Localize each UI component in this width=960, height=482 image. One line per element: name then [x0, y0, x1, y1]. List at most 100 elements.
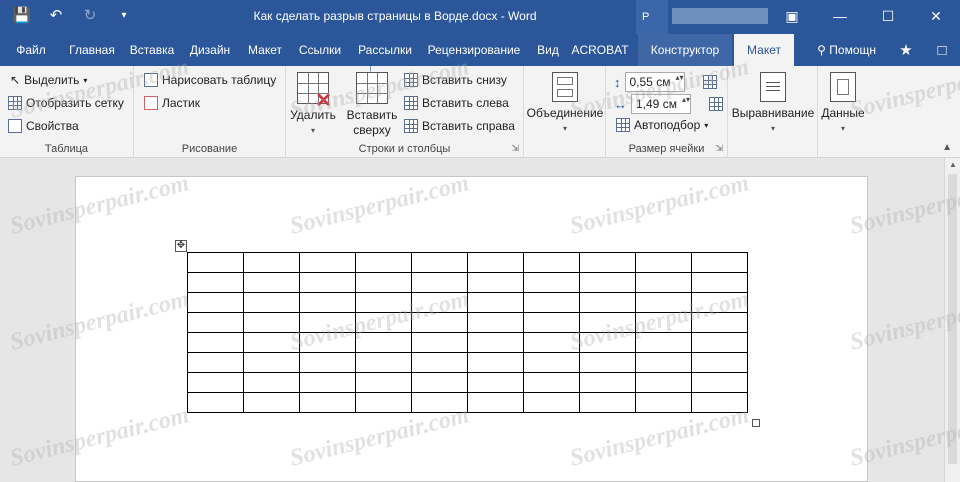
table-cell[interactable] [243, 372, 300, 393]
table-cell[interactable] [579, 372, 636, 393]
table-cell[interactable] [299, 392, 356, 413]
table-cell[interactable] [243, 252, 300, 273]
distribute-columns-icon[interactable] [709, 97, 723, 111]
table-cell[interactable] [523, 372, 580, 393]
table-cell[interactable] [635, 272, 692, 293]
table-cell[interactable] [691, 392, 748, 413]
table-cell[interactable] [355, 392, 412, 413]
table-cell[interactable] [691, 292, 748, 313]
table-cell[interactable] [523, 352, 580, 373]
insert-right-button[interactable]: Вставить справа [404, 119, 515, 133]
table-cell[interactable] [355, 292, 412, 313]
tab-table-layout[interactable]: Макет [734, 34, 794, 66]
comments-icon[interactable]: □ [924, 42, 960, 59]
table-cell[interactable] [299, 252, 356, 273]
table-cell[interactable] [691, 252, 748, 273]
table-cell[interactable] [299, 272, 356, 293]
tab-mailings[interactable]: Рассылки [350, 34, 420, 66]
table-cell[interactable] [187, 292, 244, 313]
table-cell[interactable] [635, 332, 692, 353]
table-cell[interactable] [411, 332, 468, 353]
table-cell[interactable] [467, 392, 524, 413]
view-gridlines-button[interactable]: Отобразить сетку [8, 96, 124, 110]
account-button[interactable]: Р [636, 0, 668, 34]
table-cell[interactable] [187, 352, 244, 373]
table-cell[interactable] [467, 352, 524, 373]
table-cell[interactable] [635, 352, 692, 373]
table-cell[interactable] [635, 312, 692, 333]
tab-design[interactable]: Дизайн [182, 34, 238, 66]
table-cell[interactable] [411, 252, 468, 273]
table-cell[interactable] [635, 252, 692, 273]
table-cell[interactable] [467, 292, 524, 313]
properties-button[interactable]: Свойства [8, 119, 79, 133]
table-cell[interactable] [243, 332, 300, 353]
table-move-handle-icon[interactable]: ✥ [175, 240, 187, 252]
table-cell[interactable] [243, 292, 300, 313]
maximize-icon[interactable]: ☐ [864, 0, 912, 34]
table-cell[interactable] [579, 332, 636, 353]
table-cell[interactable] [187, 252, 244, 273]
table-cell[interactable] [579, 252, 636, 273]
merge-button[interactable]: Объединение ▾ [526, 72, 604, 136]
table-cell[interactable] [243, 312, 300, 333]
table-cell[interactable] [355, 312, 412, 333]
table-cell[interactable] [691, 372, 748, 393]
table-cell[interactable] [635, 292, 692, 313]
table-cell[interactable] [243, 352, 300, 373]
table-cell[interactable] [355, 332, 412, 353]
tab-insert[interactable]: Вставка [124, 34, 180, 66]
tab-acrobat[interactable]: ACROBAT [568, 34, 632, 66]
insert-above-button[interactable]: ↑ Вставить сверху [344, 59, 400, 138]
table-cell[interactable] [691, 272, 748, 293]
table-cell[interactable] [355, 372, 412, 393]
insert-left-button[interactable]: Вставить слева [404, 96, 509, 110]
share-icon[interactable]: ★ [888, 41, 924, 59]
table-cell[interactable] [635, 372, 692, 393]
table-cell[interactable] [411, 272, 468, 293]
distribute-rows-icon[interactable] [702, 75, 717, 89]
tab-references[interactable]: Ссылки [292, 34, 348, 66]
column-width-input[interactable]: 1,49 см [631, 94, 691, 114]
tell-me-button[interactable]: ⚲ Помощн [805, 43, 888, 57]
table-cell[interactable] [299, 352, 356, 373]
table-cell[interactable] [523, 332, 580, 353]
table-cell[interactable] [299, 292, 356, 313]
data-button[interactable]: Данные ▾ [818, 72, 868, 136]
table-cell[interactable] [187, 272, 244, 293]
table-cell[interactable] [523, 392, 580, 413]
autofit-button[interactable]: Автоподбор ▾ [616, 118, 708, 132]
ribbon-display-options-icon[interactable]: ▣ [768, 0, 816, 34]
draw-table-button[interactable]: Нарисовать таблицу [144, 73, 276, 87]
tab-review[interactable]: Рецензирование [422, 34, 526, 66]
collapse-ribbon-icon[interactable]: ▲ [942, 142, 952, 153]
table-cell[interactable] [411, 292, 468, 313]
table-cell[interactable] [579, 312, 636, 333]
table-cell[interactable] [523, 252, 580, 273]
table-cell[interactable] [523, 292, 580, 313]
table-cell[interactable] [691, 352, 748, 373]
tab-view[interactable]: Вид [530, 34, 566, 66]
table-cell[interactable] [467, 272, 524, 293]
close-icon[interactable]: ✕ [912, 0, 960, 34]
table-cell[interactable] [411, 352, 468, 373]
delete-button[interactable]: ✕ Удалить ▾ [290, 72, 336, 138]
table-cell[interactable] [691, 332, 748, 353]
table-cell[interactable] [411, 372, 468, 393]
table-cell[interactable] [579, 392, 636, 413]
table-cell[interactable] [355, 272, 412, 293]
vertical-scrollbar[interactable]: ▲ [944, 158, 960, 482]
table-cell[interactable] [355, 252, 412, 273]
table-resize-handle[interactable] [752, 419, 760, 427]
dialog-launcher-icon[interactable]: ⇲ [511, 143, 519, 154]
table-cell[interactable] [299, 312, 356, 333]
table-cell[interactable] [187, 392, 244, 413]
table-cell[interactable] [523, 312, 580, 333]
table-cell[interactable] [523, 272, 580, 293]
scroll-thumb[interactable] [948, 174, 957, 464]
dialog-launcher-icon[interactable]: ⇲ [715, 143, 723, 154]
row-height-input[interactable]: 0,55 см [624, 72, 685, 92]
table-cell[interactable] [187, 312, 244, 333]
table-cell[interactable] [243, 392, 300, 413]
tab-layout[interactable]: Макет [240, 34, 290, 66]
